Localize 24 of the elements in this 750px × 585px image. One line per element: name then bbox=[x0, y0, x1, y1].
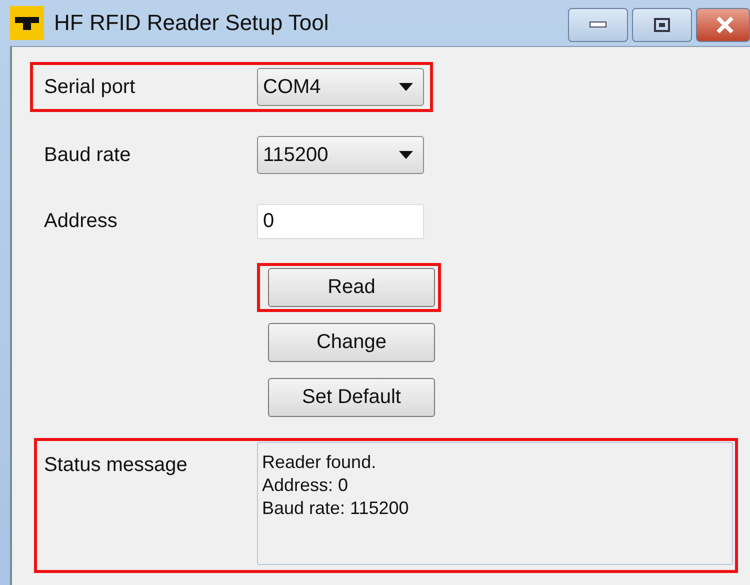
dropdown[interactable]: COM4 bbox=[257, 68, 424, 106]
status-line: Reader found. bbox=[262, 451, 378, 474]
dropdown[interactable]: 115200 bbox=[257, 136, 424, 174]
action-button[interactable]: Set Default bbox=[268, 378, 435, 417]
window-title: HF RFID Reader Setup Tool bbox=[54, 10, 330, 36]
field-label: Status message bbox=[44, 454, 188, 477]
action-button[interactable]: Read bbox=[268, 268, 435, 307]
status-line: Address: 0 bbox=[262, 474, 350, 497]
field-label: Baud rate bbox=[44, 144, 132, 166]
close-button[interactable] bbox=[696, 8, 750, 42]
maximize-button[interactable] bbox=[632, 8, 692, 42]
field-label: Serial port bbox=[44, 76, 136, 98]
caret-icon bbox=[399, 151, 413, 159]
app-logo-icon bbox=[10, 6, 44, 40]
minimize-button[interactable] bbox=[568, 8, 628, 42]
field-label: Address bbox=[44, 210, 118, 233]
caret-icon bbox=[399, 83, 413, 91]
status-text-area[interactable]: Reader found. Address: 0 Baud rate: 115200 bbox=[257, 442, 733, 565]
input-field[interactable]: 0 bbox=[257, 204, 424, 239]
maximize-icon bbox=[654, 18, 670, 32]
action-button[interactable]: Change bbox=[268, 323, 435, 362]
status-line: Baud rate: 115200 bbox=[262, 497, 410, 520]
minimize-icon bbox=[589, 21, 607, 29]
close-icon bbox=[715, 16, 735, 34]
